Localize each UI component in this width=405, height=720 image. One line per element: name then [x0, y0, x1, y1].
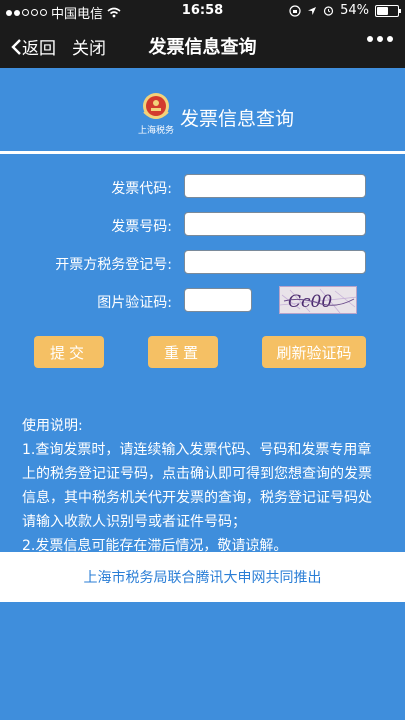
captcha-graphic: Cc00: [280, 288, 356, 313]
nav-bar: 返回 关闭 发票信息查询: [0, 22, 405, 68]
battery-icon: [375, 4, 401, 17]
submit-button[interactable]: 提交: [34, 336, 104, 368]
captcha-input[interactable]: [184, 288, 252, 312]
captcha-image[interactable]: Cc00: [279, 286, 357, 314]
instructions: 使用说明: 1.查询发票时，请连续输入发票代码、号码和发票专用章上的税务登记证号…: [22, 414, 384, 558]
captcha-text: Cc00: [288, 292, 332, 312]
nav-title: 发票信息查询: [148, 37, 257, 58]
invoice-number-label: 发票号码:: [111, 219, 172, 235]
instructions-title: 使用说明:: [22, 418, 83, 434]
more-button[interactable]: [367, 36, 393, 42]
footer-text: 上海市税务局联合腾讯大申网共同推出: [83, 570, 322, 586]
issuer-tax-id-input[interactable]: [184, 250, 366, 274]
status-bar: 中国电信 16:58 54%: [0, 0, 405, 22]
alarm-icon: [323, 6, 334, 16]
more-dot: [387, 36, 393, 42]
instructions-item-1: 1.查询发票时，请连续输入发票代码、号码和发票专用章上的税务登记证号码，点击确认…: [22, 442, 372, 530]
status-right: 54%: [289, 3, 401, 18]
page-title: 发票信息查询: [180, 108, 295, 130]
invoice-code-label: 发票代码:: [111, 181, 172, 197]
captcha-label: 图片验证码:: [97, 295, 172, 311]
issuer-tax-id-label: 开票方税务登记号:: [55, 257, 172, 273]
refresh-captcha-button[interactable]: 刷新验证码: [262, 336, 366, 368]
more-dot: [367, 36, 373, 42]
invoice-code-input[interactable]: [184, 174, 366, 198]
rotation-lock-icon: [289, 4, 301, 17]
footer-banner: 上海市税务局联合腾讯大申网共同推出: [0, 552, 405, 602]
battery-fill: [377, 6, 388, 15]
reset-button[interactable]: 重置: [148, 336, 218, 368]
header-divider: [0, 151, 405, 154]
battery-percent: 54%: [340, 3, 369, 18]
emblem-text: 上海税务: [137, 126, 174, 136]
invoice-number-input[interactable]: [184, 212, 366, 236]
location-icon: [308, 6, 317, 15]
more-dot: [377, 36, 383, 42]
